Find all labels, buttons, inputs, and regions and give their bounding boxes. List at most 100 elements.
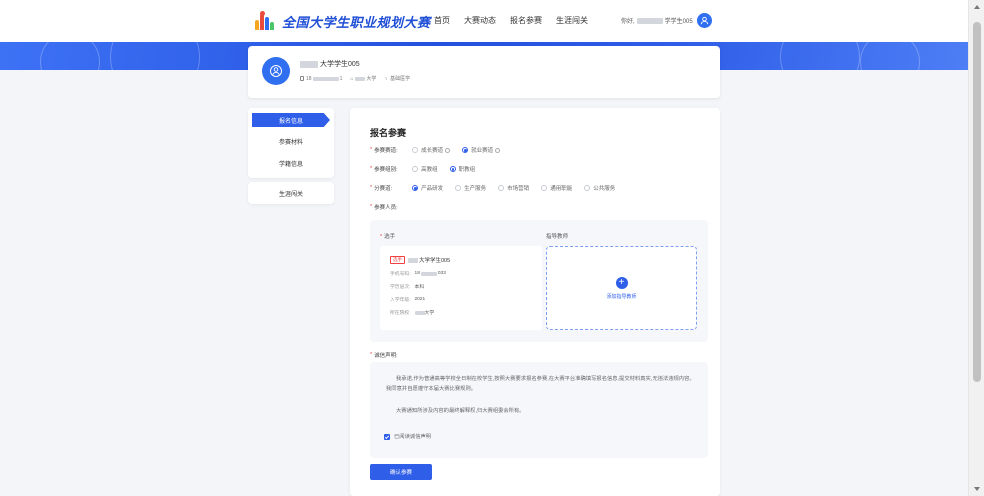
school-label: 所在院校: (390, 311, 411, 316)
members-row: * 参赛人员: (370, 203, 412, 211)
declaration-label: 诚信声明: (374, 353, 398, 359)
declaration-text: 我承诺,作为普通高等学校全日制在校学生,按照大赛要求报名参赛,在大赛平台准确填写… (386, 376, 695, 392)
track-row: * 参赛赛道: 成长赛道 就业赛道 (370, 146, 512, 154)
track-label: 参赛赛道: (374, 148, 398, 154)
radio-subtrack-public[interactable]: 公共服务 (584, 184, 615, 192)
major-name: 基础医学 (390, 76, 411, 82)
agree-label: 已阅读诚信声明 (394, 434, 432, 440)
info-icon[interactable] (495, 147, 501, 153)
nav-item-news[interactable]: 大赛动态 (464, 15, 496, 26)
sidebar-item-signup-info[interactable]: 报名信息 (252, 113, 330, 127)
confirm-signup-button[interactable]: 确认参赛 (370, 464, 432, 480)
side-menu: 报名信息 参赛材料 学籍信息 (248, 108, 334, 178)
required-mark: * (370, 147, 373, 153)
edu-value: 本科 (414, 285, 425, 290)
student-year-row: 入学年级: 2021 (390, 296, 425, 303)
sidebar-item-materials[interactable]: 参赛材料 (248, 137, 334, 146)
radio-subtrack-rd[interactable]: 产品研发 (412, 184, 443, 192)
player-badge: 选手 (390, 256, 405, 264)
sidebar-item-enrollment[interactable]: 学籍信息 (248, 159, 334, 168)
teacher-heading: 指导教师 (546, 234, 569, 240)
info-icon[interactable] (445, 147, 451, 153)
profile-name-text: 大学学生005 (320, 61, 360, 68)
avatar[interactable] (696, 13, 712, 28)
radio-subtrack-marketing[interactable]: 市场营销 (498, 184, 529, 192)
user-icon (270, 65, 282, 77)
subtrack-label: 分赛道: (374, 186, 393, 192)
top-header: 全国大学生职业规划大赛 首页 大赛动态 报名参赛 生涯闯关 你好, 学学生005 (0, 0, 968, 42)
user-icon (700, 16, 708, 25)
greeting-text: 你好, (621, 19, 635, 25)
phone-label: 手机号码: (390, 272, 411, 277)
profile-school: ⌂ 大学 (350, 75, 377, 83)
school-name: 大学 (366, 76, 377, 82)
agree-checkbox[interactable]: 已阅读诚信声明 (384, 432, 431, 442)
required-mark: * (370, 352, 373, 358)
declaration-row: * 诚信声明: (370, 351, 412, 359)
members-panel: * 选手 指导教师 选手 大学学生005 手机号码: 18 033 学历层次: 本… (370, 220, 708, 342)
profile-card: 大学学生005 18 1 ⌂ 大学 ♀ 基础医学 (248, 46, 720, 98)
radio-group-higher[interactable]: 高教组 (412, 165, 438, 173)
profile-meta: 18 1 ⌂ 大学 ♀ 基础医学 (300, 75, 410, 82)
phone-suffix: 1 (339, 75, 343, 82)
members-label: 参赛人员: (374, 205, 398, 211)
student-school-row: 所在院校: 大学 (390, 309, 434, 316)
required-mark: * (370, 166, 373, 172)
sidebar-item-challenge[interactable]: 生涯闯关 (248, 182, 334, 204)
radio-track-growth[interactable]: 成长赛道 (412, 146, 451, 154)
subtrack-row: * 分赛道: 产品研发 生产服务 市场营销 通用职能 公共服务 (370, 184, 627, 192)
radio-subtrack-production[interactable]: 生产服务 (455, 184, 486, 192)
nav-item-challenge[interactable]: 生涯闯关 (556, 15, 588, 26)
add-teacher-label: 添加指导教师 (606, 293, 637, 300)
phone-icon (300, 76, 304, 81)
profile-name: 大学学生005 (300, 59, 360, 69)
page-scrollbar[interactable] (968, 0, 984, 496)
radio-subtrack-general[interactable]: 通用职能 (541, 184, 572, 192)
scrollbar-thumb[interactable] (973, 22, 981, 382)
add-teacher-button[interactable]: + 添加指导教师 (546, 246, 697, 330)
year-label: 入学年级: (390, 298, 411, 303)
logo-text: 全国大学生职业规划大赛 (282, 14, 431, 30)
site-logo[interactable]: 全国大学生职业规划大赛 (254, 10, 431, 32)
student-edu-row: 学历层次: 本科 (390, 283, 424, 290)
redacted-school (408, 257, 418, 263)
scroll-up-icon[interactable] (974, 5, 980, 9)
redacted-name (636, 17, 663, 24)
declaration-note: 大赛通知所涉及内容的最终解释权,归大赛组委会所有。 (396, 408, 525, 414)
signup-form: 报名参赛 * 参赛赛道: 成长赛道 就业赛道 * 参赛组别: 高教组 职教组 *… (350, 108, 720, 496)
edu-label: 学历层次: (390, 285, 411, 290)
group-label: 参赛组别: (374, 167, 398, 173)
nav-item-signup[interactable]: 报名参赛 (510, 15, 542, 26)
logo-icon (254, 10, 276, 32)
year-value: 2021 (414, 297, 426, 302)
group-row: * 参赛组别: 高教组 职教组 (370, 165, 487, 173)
radio-track-employment[interactable]: 就业赛道 (462, 146, 501, 154)
redacted-school (414, 310, 425, 315)
user-menu[interactable]: 你好, 学学生005 (621, 13, 712, 28)
player-heading: * 选手 (380, 234, 396, 240)
page-title: 报名参赛 (370, 128, 407, 138)
phone-prefix: 18 (306, 75, 312, 82)
student-card: 选手 大学学生005 手机号码: 18 033 学历层次: 本科 入学年级: 2… (380, 246, 542, 330)
radio-group-vocational[interactable]: 职教组 (449, 165, 475, 173)
phone-prefix: 18 (414, 271, 420, 276)
user-name: 学学生005 (664, 19, 693, 25)
nav-item-home[interactable]: 首页 (434, 15, 450, 26)
declaration-box: 我承诺,作为普通高等学校全日制在校学生,按照大赛要求报名参赛,在大赛平台准确填写… (370, 362, 708, 458)
student-phone-row: 手机号码: 18 033 (390, 270, 446, 277)
redacted-phone (312, 76, 339, 81)
main-nav: 首页 大赛动态 报名参赛 生涯闯关 (434, 15, 588, 26)
avatar (262, 57, 290, 85)
redacted-phone (420, 271, 437, 276)
required-mark: * (370, 185, 373, 191)
profile-major: ♀ 基础医学 (384, 75, 411, 83)
checkbox-checked-icon (384, 434, 390, 440)
profile-phone: 18 1 (300, 76, 342, 82)
scroll-down-icon[interactable] (974, 487, 980, 491)
redacted-school (355, 76, 366, 81)
school-value: 大学 (424, 311, 435, 316)
major-icon: ♀ (384, 75, 389, 82)
student-name-row: 选手 大学学生005 (390, 256, 450, 264)
student-name: 大学学生005 (419, 258, 451, 264)
phone-suffix: 033 (437, 271, 446, 276)
